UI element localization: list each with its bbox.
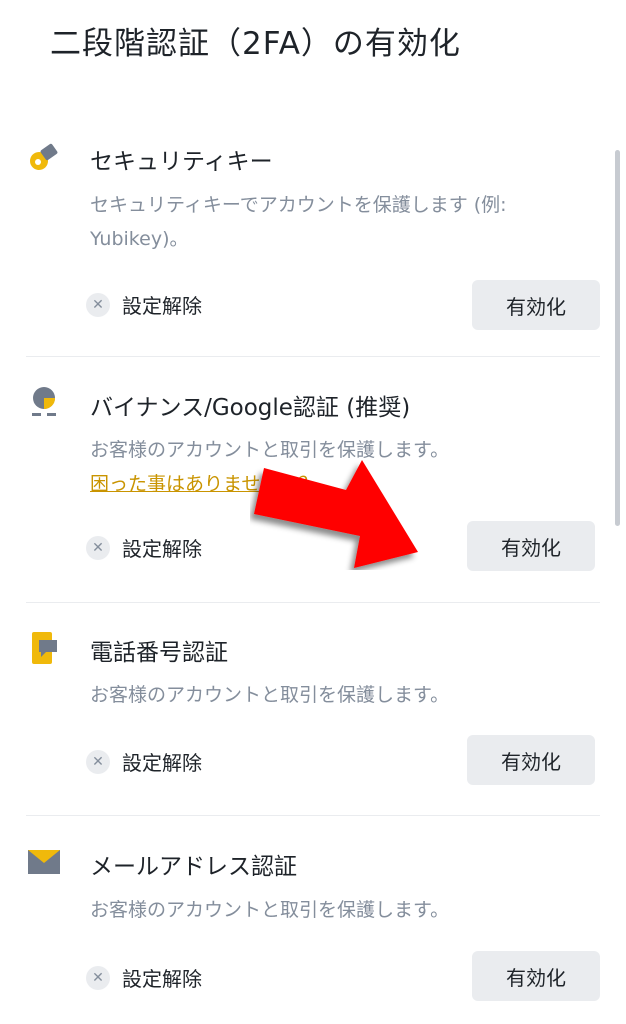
page-title: 二段階認証（2FA）の有効化	[50, 26, 461, 62]
divider	[26, 602, 600, 603]
authenticator-description-text: お客様のアカウントと取引を保護します。	[90, 439, 450, 461]
divider	[26, 356, 600, 357]
phone-title: 電話番号認証	[90, 640, 228, 666]
email-description: お客様のアカウントと取引を保護します。	[90, 899, 450, 921]
phone-description: お客様のアカウントと取引を保護します。	[90, 684, 450, 706]
phone-icon	[32, 632, 57, 664]
security-key-title: セキュリティキー	[90, 149, 273, 175]
email-disable[interactable]: ✕ 設定解除	[86, 963, 202, 992]
authenticator-icon	[32, 387, 56, 416]
disable-label: 設定解除	[122, 537, 202, 561]
close-icon: ✕	[86, 965, 110, 990]
disable-label: 設定解除	[122, 294, 202, 318]
security-key-disable[interactable]: ✕ 設定解除	[86, 290, 202, 319]
email-icon	[28, 850, 60, 874]
scrollbar[interactable]	[615, 150, 620, 526]
close-icon: ✕	[86, 535, 110, 560]
email-title: メールアドレス認証	[90, 854, 297, 880]
security-key-description: セキュリティキーでアカウントを保護します (例: Yubikey)。	[90, 194, 507, 250]
security-key-enable-button[interactable]: 有効化	[472, 280, 600, 330]
disable-label: 設定解除	[122, 751, 202, 775]
close-icon: ✕	[86, 749, 110, 774]
phone-enable-button[interactable]: 有効化	[467, 735, 595, 785]
email-enable-button[interactable]: 有効化	[472, 951, 600, 1001]
divider	[26, 815, 600, 816]
phone-disable[interactable]: ✕ 設定解除	[86, 747, 202, 776]
red-arrow-icon	[254, 460, 418, 568]
authenticator-disable[interactable]: ✕ 設定解除	[86, 533, 202, 562]
authenticator-title: バイナンス/Google認証 (推奨)	[90, 395, 411, 421]
security-key-icon	[30, 143, 58, 170]
authenticator-enable-button[interactable]: 有効化	[467, 521, 595, 571]
disable-label: 設定解除	[122, 967, 202, 991]
close-icon: ✕	[86, 292, 110, 317]
